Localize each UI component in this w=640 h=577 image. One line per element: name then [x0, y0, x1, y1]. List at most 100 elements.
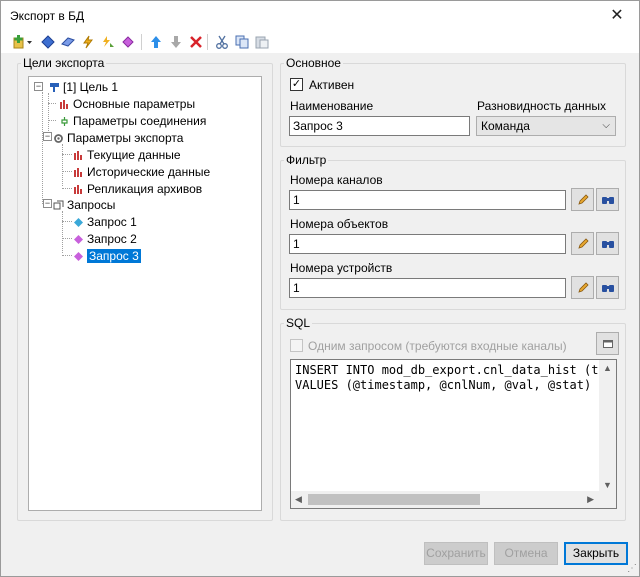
- add-query-button[interactable]: [39, 33, 57, 51]
- tree-line: [62, 211, 63, 253]
- binoculars-icon: [601, 284, 614, 292]
- sql-vertical-scrollbar[interactable]: ▲ ▼: [599, 360, 616, 493]
- tree-node-label: Параметры экспорта: [67, 131, 184, 145]
- tree-node-queries[interactable]: Запросы: [53, 197, 115, 213]
- cancel-button[interactable]: Отмена: [494, 542, 558, 565]
- tree-node-label: Запрос 1: [87, 215, 137, 229]
- delete-icon: [190, 36, 202, 48]
- move-up-icon: [151, 36, 161, 48]
- queries-icon: [53, 200, 64, 211]
- find-channels-button[interactable]: [596, 188, 619, 211]
- data-kind-select[interactable]: Команда ⌵: [476, 116, 616, 136]
- expand-queries-toggle[interactable]: −: [43, 199, 52, 208]
- add-target-button[interactable]: [11, 33, 35, 51]
- params-icon: [73, 150, 84, 161]
- move-up-button[interactable]: [147, 33, 165, 51]
- name-label: Наименование: [290, 99, 374, 113]
- scroll-left-icon[interactable]: ◀: [295, 494, 302, 505]
- target-tree[interactable]: − − − [1] Цель 1 Основные параметры Пара…: [28, 76, 262, 511]
- tree-line: [42, 92, 43, 204]
- tree-node-label: Параметры соединения: [73, 114, 207, 128]
- target-icon: [49, 82, 60, 93]
- tree-line: [62, 255, 72, 256]
- tree-node-label: Основные параметры: [73, 97, 196, 111]
- binoculars-icon: [601, 196, 614, 204]
- delete-button[interactable]: [187, 33, 205, 51]
- params-icon: [73, 167, 84, 178]
- add-query-alt-icon: [61, 37, 75, 47]
- edit-devices-button[interactable]: [571, 276, 594, 299]
- channels-label: Номера каналов: [290, 173, 383, 187]
- tree-line: [62, 171, 72, 172]
- tree-line: [62, 154, 72, 155]
- copy-button[interactable]: [233, 33, 251, 51]
- tree-node-historical-data[interactable]: Исторические данные: [73, 164, 210, 180]
- pencil-icon: [577, 281, 589, 293]
- tree-node-label: Исторические данные: [87, 165, 211, 179]
- name-input[interactable]: Запрос 3: [289, 116, 470, 136]
- lightning-alt-button[interactable]: [99, 33, 117, 51]
- devices-input[interactable]: 1: [289, 278, 566, 298]
- general-group-title: Основное: [284, 56, 343, 70]
- find-objects-button[interactable]: [596, 232, 619, 255]
- gem-button[interactable]: [119, 33, 137, 51]
- scroll-down-icon[interactable]: ▼: [603, 480, 612, 490]
- active-checkbox[interactable]: ✓: [290, 78, 303, 91]
- single-query-checkbox[interactable]: [290, 339, 303, 352]
- tree-node-connection-params[interactable]: Параметры соединения: [59, 113, 206, 129]
- query-icon: [73, 234, 84, 245]
- copy-icon: [235, 35, 249, 49]
- sql-text: INSERT INTO mod_db_export.cnl_data_hist …: [295, 363, 616, 392]
- lightning-icon: [83, 35, 93, 49]
- chevron-down-icon: ⌵: [602, 120, 610, 131]
- close-window-button[interactable]: ✕: [595, 1, 639, 31]
- gem-icon: [122, 36, 134, 48]
- cut-icon: [216, 35, 228, 49]
- scroll-thumb[interactable]: [308, 494, 480, 505]
- lightning-button[interactable]: [79, 33, 97, 51]
- close-button[interactable]: Закрыть: [564, 542, 628, 565]
- paste-icon: [255, 36, 269, 49]
- tree-node-query-3[interactable]: Запрос 3: [73, 248, 141, 264]
- channels-input[interactable]: 1: [289, 190, 566, 210]
- toolbar-separator: [207, 34, 208, 50]
- tree-node-query-1[interactable]: Запрос 1: [73, 214, 137, 230]
- move-down-button[interactable]: [167, 33, 185, 51]
- tree-line: [62, 144, 63, 186]
- edit-objects-button[interactable]: [571, 232, 594, 255]
- objects-input[interactable]: 1: [289, 234, 566, 254]
- devices-label: Номера устройств: [290, 261, 393, 275]
- toolbar: [1, 31, 639, 53]
- expand-target-toggle[interactable]: −: [34, 82, 43, 91]
- sql-options-button[interactable]: [596, 332, 619, 355]
- resize-grip-icon[interactable]: ⋰: [627, 563, 637, 574]
- active-label: Активен: [309, 78, 355, 92]
- find-devices-button[interactable]: [596, 276, 619, 299]
- tree-node-general-params[interactable]: Основные параметры: [59, 96, 195, 112]
- export-params-icon: [53, 133, 64, 144]
- cut-button[interactable]: [213, 33, 231, 51]
- tree-node-archive-replication[interactable]: Репликация архивов: [73, 181, 202, 197]
- query-icon: [73, 251, 84, 262]
- tree-node-target-1[interactable]: [1] Цель 1: [49, 79, 118, 95]
- add-query-alt-button[interactable]: [59, 33, 77, 51]
- add-query-icon: [41, 35, 55, 49]
- tree-node-label: Запрос 2: [87, 232, 137, 246]
- tree-line: [62, 221, 72, 222]
- expand-export-params-toggle[interactable]: −: [43, 132, 52, 141]
- sql-editor[interactable]: INSERT INTO mod_db_export.cnl_data_hist …: [290, 359, 617, 509]
- sql-horizontal-scrollbar[interactable]: ◀ ▶: [291, 491, 616, 508]
- scroll-up-icon[interactable]: ▲: [603, 363, 612, 373]
- edit-channels-button[interactable]: [571, 188, 594, 211]
- scroll-right-icon[interactable]: ▶: [587, 494, 594, 505]
- save-button[interactable]: Сохранить: [424, 542, 488, 565]
- move-down-icon: [171, 36, 181, 48]
- tree-node-current-data[interactable]: Текущие данные: [73, 147, 181, 163]
- tree-node-label: Репликация архивов: [87, 182, 203, 196]
- tree-node-label: Текущие данные: [87, 148, 181, 162]
- tree-node-export-params[interactable]: Параметры экспорта: [53, 130, 183, 146]
- paste-button[interactable]: [253, 33, 271, 51]
- tree-line: [48, 93, 49, 135]
- tree-line: [48, 103, 56, 104]
- tree-node-query-2[interactable]: Запрос 2: [73, 231, 137, 247]
